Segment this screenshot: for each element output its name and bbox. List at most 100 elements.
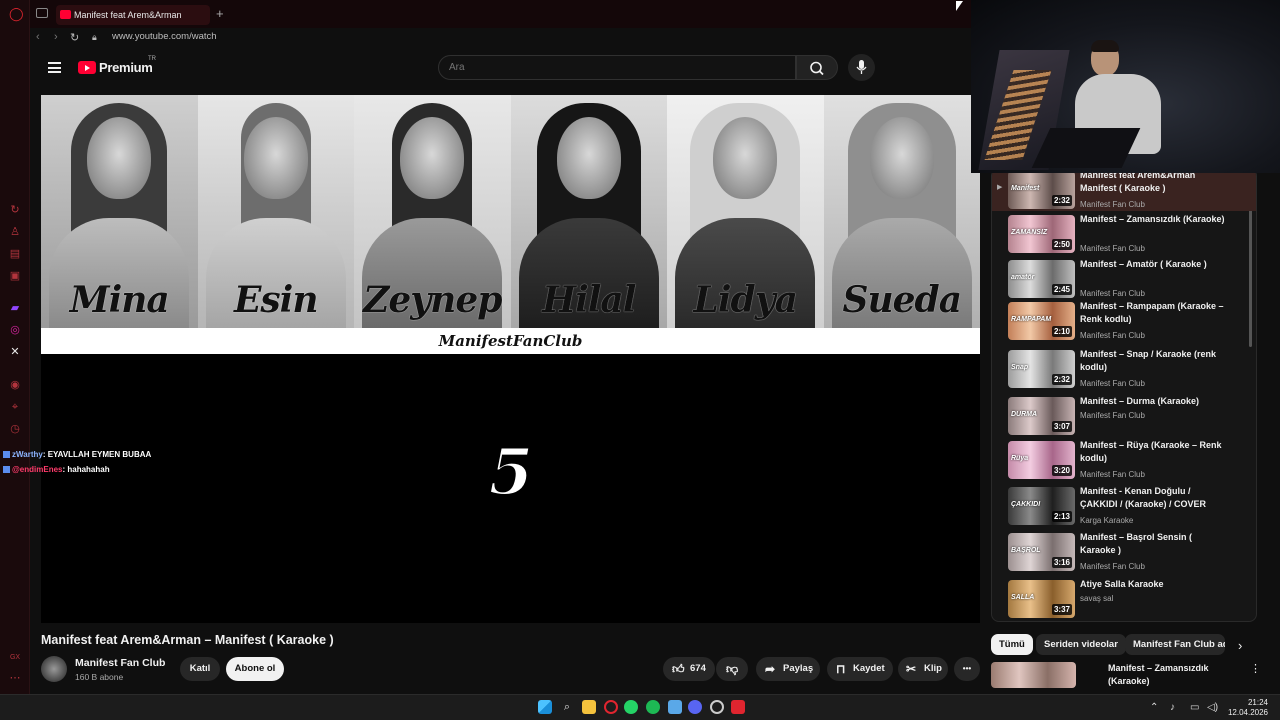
dislike-button[interactable]: 👎︎: [716, 657, 748, 681]
opera-gx-icon[interactable]: [604, 700, 618, 714]
youtube-header: Premium TR: [30, 48, 972, 90]
reload-icon[interactable]: ↻: [70, 31, 79, 44]
playlist-item[interactable]: Snap 2:32 Manifest – Snap / Karaoke (renk …: [992, 348, 1256, 394]
tab-youtube[interactable]: Manifest feat Arem&Arman: [56, 5, 210, 25]
sidebar-more-icon[interactable]: ⋯: [9, 672, 21, 684]
search-button[interactable]: [796, 55, 838, 80]
microphone-tray-icon[interactable]: ♪: [1170, 702, 1175, 713]
tab-menu-icon[interactable]: [36, 8, 48, 18]
clip-button[interactable]: ✂ Klip: [898, 657, 948, 681]
playlist-item[interactable]: ZAMANSIZ 2:50 Manifest – Zamansızdık (Kara…: [992, 213, 1256, 259]
playlist-item-title[interactable]: Manifest – Durma (Karaoke): [1080, 395, 1230, 408]
playlist-item-title[interactable]: Manifest – Zamansızdık (Karaoke): [1080, 213, 1230, 226]
gx-icon[interactable]: GX: [9, 652, 21, 664]
channel-avatar[interactable]: [41, 656, 67, 682]
playlist-item[interactable]: Rüya 3:20 Manifest – Rüya (Karaoke – Renk …: [992, 439, 1256, 485]
playlist-item[interactable]: BAŞROL 3:16 Manifest – Başrol Sensin ( Kar…: [992, 531, 1256, 577]
search-input[interactable]: [439, 56, 795, 79]
video-player[interactable]: Mina Esin Zeynep Hilal Lidya Sueda Manif…: [41, 95, 980, 623]
obs-icon[interactable]: [710, 700, 724, 714]
gaming-icon[interactable]: ▤: [9, 248, 21, 260]
whatsapp-icon[interactable]: [624, 700, 638, 714]
subscribe-button[interactable]: Abone ol: [226, 657, 284, 681]
playlist-thumbnail[interactable]: ZAMANSIZ 2:50: [1008, 215, 1075, 253]
like-button[interactable]: 👍︎ 674: [663, 657, 715, 681]
new-tab-button[interactable]: +: [216, 6, 224, 22]
recommendation-title[interactable]: Manifest – Zamansızdık (Karaoke): [1108, 662, 1238, 688]
playlist-thumbnail[interactable]: BAŞROL 3:16: [1008, 533, 1075, 571]
forward-icon[interactable]: ›: [54, 31, 58, 43]
clock-icon[interactable]: ◷: [9, 423, 21, 435]
playlist-thumbnail[interactable]: Manifest 2:32: [1008, 171, 1075, 209]
twitch-icon[interactable]: ▰: [9, 302, 21, 314]
pin-icon[interactable]: ⌖: [9, 401, 21, 413]
x-icon[interactable]: ✕: [9, 346, 21, 358]
mic-icon: [856, 60, 867, 74]
playlist-item-title[interactable]: Manifest - Kenan Doğulu / ÇAKKIDI / (Kar…: [1080, 485, 1230, 511]
voice-search-button[interactable]: [848, 54, 875, 81]
playlist-thumbnail[interactable]: SALLA 3:37: [1008, 580, 1075, 618]
playlist-item-title[interactable]: Manifest – Başrol Sensin ( Karaoke ): [1080, 531, 1230, 557]
portrait-esin: Esin: [197, 95, 354, 328]
file-explorer-icon[interactable]: [582, 700, 596, 714]
playlist-thumbnail[interactable]: ÇAKKIDI 2:13: [1008, 487, 1075, 525]
playlist-thumbnail[interactable]: Rüya 3:20: [1008, 441, 1075, 479]
chat-message: zWarthy: EYAVLLAH EYMEN BUBAA: [3, 450, 151, 459]
more-actions-button[interactable]: •••: [954, 657, 980, 681]
system-clock[interactable]: 21:24 12.04.2026: [1228, 698, 1268, 718]
lock-icon: 🔒︎: [92, 32, 97, 42]
opera-logo-icon[interactable]: ◯: [9, 7, 24, 20]
playlist-item-channel: Manifest Fan Club: [1080, 244, 1145, 253]
thumbs-down-icon: 👎︎: [726, 662, 739, 676]
playlist-item-title[interactable]: Manifest – Rampapam (Karaoke – Renk kodl…: [1080, 300, 1230, 326]
url-field[interactable]: www.youtube.com/watch: [112, 31, 217, 42]
playlist-thumbnail[interactable]: RAMPAPAM 2:10: [1008, 302, 1075, 340]
back-icon[interactable]: ‹: [36, 31, 40, 43]
windows-start-icon[interactable]: [538, 700, 552, 714]
video-duration: 3:07: [1051, 421, 1072, 432]
chat-user: @endimEnes: [12, 465, 63, 474]
discord-icon[interactable]: [688, 700, 702, 714]
player-icon[interactable]: ◉: [9, 379, 21, 391]
playlist-item[interactable]: DURMA 3:07 Manifest – Durma (Karaoke) Manif…: [992, 395, 1256, 435]
chip-channel[interactable]: Manifest Fan Club adı: [1125, 634, 1225, 655]
channel-name[interactable]: Manifest Fan Club: [75, 657, 165, 669]
volume-icon[interactable]: ◁): [1207, 702, 1218, 713]
join-button[interactable]: Katıl: [180, 657, 220, 681]
playlist-thumbnail[interactable]: amatör 2:45: [1008, 260, 1075, 298]
playlist-item[interactable]: ▶ Manifest 2:32 Manifest feat Arem&Arman Ma…: [992, 169, 1256, 211]
recorder-icon[interactable]: [731, 700, 745, 714]
menu-icon[interactable]: [48, 62, 61, 73]
playlist-item-title[interactable]: Manifest – Amatör ( Karaoke ): [1080, 258, 1230, 271]
history-icon[interactable]: ↻: [9, 204, 21, 216]
bookmark-icon[interactable]: ♙: [9, 226, 21, 238]
playlist-item[interactable]: RAMPAPAM 2:10 Manifest – Rampapam (Karaoke…: [992, 300, 1256, 348]
playlist-item-title[interactable]: Manifest – Snap / Karaoke (renk kodlu): [1080, 348, 1230, 374]
search-taskbar-icon[interactable]: ⌕: [560, 700, 574, 714]
thumbnail-label: Snap: [1011, 364, 1029, 371]
playlist-item[interactable]: amatör 2:45 Manifest – Amatör ( Karaoke ) M…: [992, 258, 1256, 298]
network-icon[interactable]: ▭: [1190, 702, 1199, 713]
chevron-right-icon[interactable]: ›: [1238, 638, 1242, 653]
instagram-icon[interactable]: ◎: [9, 324, 21, 336]
playlist-item-title[interactable]: Manifest – Rüya (Karaoke – Renk kodlu): [1080, 439, 1230, 465]
share-button[interactable]: ➦ Paylaş: [756, 657, 820, 681]
playlist-item[interactable]: SALLA 3:37 Atiye Salla Karaoke savaş sal: [992, 578, 1256, 621]
chip-series[interactable]: Seriden videolar: [1036, 634, 1126, 655]
playlist-thumbnail[interactable]: Snap 2:32: [1008, 350, 1075, 388]
thumbnail-label: SALLA: [1011, 594, 1035, 601]
app-icon[interactable]: [668, 700, 682, 714]
playlist-thumbnail[interactable]: DURMA 3:07: [1008, 397, 1075, 435]
playlist-item-title[interactable]: Atiye Salla Karaoke: [1080, 578, 1230, 591]
playlist-item[interactable]: ÇAKKIDI 2:13 Manifest - Kenan Doğulu / ÇAK…: [992, 485, 1256, 531]
recommendation-more-icon[interactable]: ⋮: [1250, 662, 1261, 675]
tray-chevron-icon[interactable]: ⌃: [1150, 702, 1158, 713]
video-title: Manifest feat Arem&Arman – Manifest ( Ka…: [41, 633, 334, 647]
chip-all[interactable]: Tümü: [991, 634, 1033, 655]
messenger-icon[interactable]: ▣: [9, 270, 21, 282]
spotify-icon[interactable]: [646, 700, 660, 714]
playlist-item-channel: Manifest Fan Club: [1080, 331, 1145, 340]
portrait-mina: Mina: [41, 95, 198, 328]
recommendation-thumbnail[interactable]: [991, 662, 1076, 688]
save-button[interactable]: ⊓ Kaydet: [827, 657, 893, 681]
